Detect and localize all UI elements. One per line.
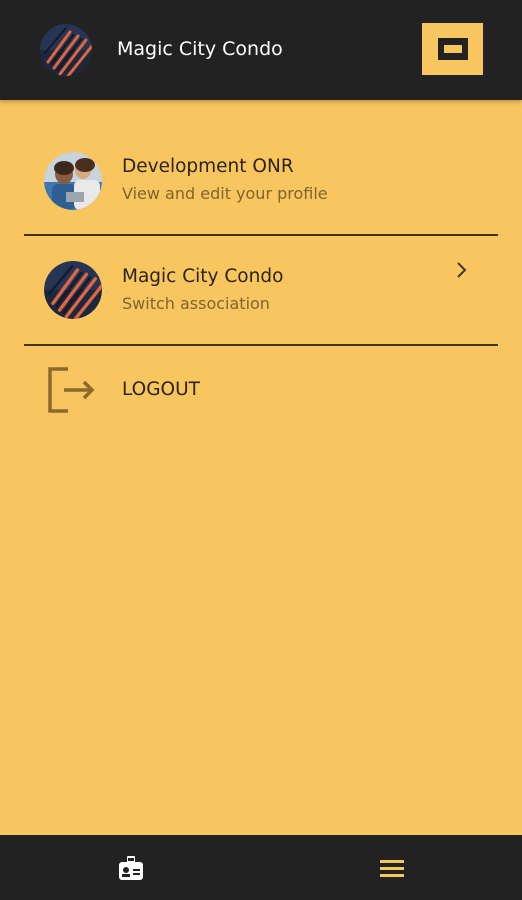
app-title: Magic City Condo xyxy=(117,38,283,60)
association-row[interactable]: Magic City Condo Switch association xyxy=(24,240,498,345)
divider xyxy=(24,234,498,236)
association-logo-icon xyxy=(40,24,92,76)
menu-toggle-icon xyxy=(437,38,468,60)
logout-icon xyxy=(48,367,95,413)
logout-row[interactable]: LOGOUT xyxy=(24,352,498,432)
profile-subtitle: View and edit your profile xyxy=(122,184,328,203)
app-bar: Magic City Condo xyxy=(0,0,522,100)
bottom-navigation xyxy=(0,835,522,900)
divider xyxy=(24,344,498,346)
user-avatar xyxy=(44,152,102,210)
nav-item-badge[interactable] xyxy=(0,835,261,900)
chevron-right-icon xyxy=(457,262,467,278)
profile-row[interactable]: Development ONR View and edit your profi… xyxy=(24,130,498,235)
logout-label: LOGOUT xyxy=(122,379,200,400)
nav-item-menu[interactable] xyxy=(261,835,522,900)
hamburger-menu-icon xyxy=(379,859,404,877)
association-name: Magic City Condo xyxy=(122,266,284,287)
association-avatar xyxy=(44,261,102,319)
profile-name: Development ONR xyxy=(122,156,294,177)
association-subtitle: Switch association xyxy=(122,294,270,313)
id-badge-icon xyxy=(118,855,143,880)
menu-toggle-button[interactable] xyxy=(422,23,483,75)
